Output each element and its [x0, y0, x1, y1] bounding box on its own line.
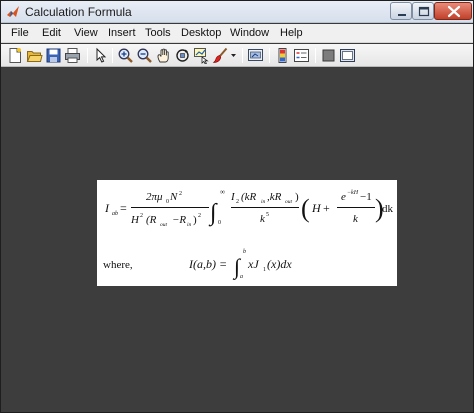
integral-upper: ∞ [220, 188, 225, 196]
menu-edit[interactable]: Edit [42, 27, 61, 39]
menu-window[interactable]: Window [230, 27, 269, 39]
zoom-in-icon[interactable] [117, 47, 134, 64]
where-label: where, [103, 259, 133, 271]
def-integral-upper: b [243, 249, 246, 255]
def-body-sub: 1 [263, 267, 266, 273]
def-body: xJ [247, 257, 259, 271]
paren-plus: + [323, 201, 330, 215]
zoom-out-icon[interactable] [136, 47, 153, 64]
menu-insert[interactable]: Insert [108, 27, 136, 39]
figure-window: Calculation Formula File Edit View Inser… [0, 0, 474, 413]
coef-numerator: 2πμ [146, 191, 163, 203]
frac2-numerator-close: ) [295, 191, 299, 203]
pan-icon[interactable] [155, 47, 172, 64]
formula-image: I ab = 2πμ 0 N 2 H 2 (R out −R in ) 2 ∫ … [97, 180, 397, 286]
close-icon [447, 5, 461, 18]
coef-numerator-n: N [169, 191, 178, 203]
def-tail: (x)dx [267, 257, 292, 271]
coef-numerator-sub: 0 [166, 199, 169, 205]
integral-sign: ∫ [208, 200, 218, 227]
paren-open: ( [301, 194, 310, 223]
formula-lhs: I [104, 201, 110, 215]
frac3-numerator-minus: −1 [360, 191, 372, 203]
frac3-denominator: k [353, 213, 359, 225]
integral-lower: 0 [218, 220, 221, 226]
save-icon[interactable] [45, 47, 62, 64]
coef-denominator-h-pow: 2 [140, 213, 143, 219]
link-plot-icon[interactable] [247, 47, 264, 64]
frac3-numerator-e: e [341, 191, 346, 203]
coef-denominator-sub2: in [187, 222, 192, 228]
new-figure-icon[interactable] [7, 47, 24, 64]
minimize-button[interactable] [390, 2, 412, 20]
data-cursor-icon[interactable] [193, 47, 210, 64]
coef-denominator-r: (R [146, 214, 157, 226]
insert-legend-icon[interactable] [293, 47, 310, 64]
def-integral-lower: a [240, 274, 243, 280]
toolbar-separator [87, 48, 88, 63]
paren-h: H [311, 201, 322, 215]
figure-toolbar [1, 44, 473, 67]
formula-dk: dk [382, 203, 394, 215]
maximize-button[interactable] [412, 2, 434, 20]
coef-denominator-pow: 2 [198, 213, 201, 219]
insert-colorbar-icon[interactable] [274, 47, 291, 64]
coef-numerator-pow: 2 [179, 191, 182, 197]
minimize-icon [398, 14, 406, 16]
rotate-3d-icon[interactable] [174, 47, 191, 64]
toolbar-separator [242, 48, 243, 63]
title-bar[interactable]: Calculation Formula [1, 1, 473, 23]
coef-denominator-close: ) [193, 214, 197, 226]
frac2-numerator-sub2: out [285, 199, 293, 205]
show-plot-tools-icon[interactable] [339, 47, 356, 64]
close-button[interactable] [434, 2, 472, 20]
coef-denominator-h: H [130, 214, 140, 226]
toolbar-separator [112, 48, 113, 63]
toolbar-separator [315, 48, 316, 63]
menu-tools[interactable]: Tools [145, 27, 171, 39]
menu-file[interactable]: File [11, 27, 29, 39]
edit-plot-arrow-icon[interactable] [92, 47, 109, 64]
menu-desktop[interactable]: Desktop [181, 27, 221, 39]
formula-render: I ab = 2πμ 0 N 2 H 2 (R out −R in ) 2 ∫ … [103, 188, 394, 280]
matlab-logo-icon [7, 6, 19, 17]
open-file-icon[interactable] [26, 47, 43, 64]
frac2-numerator-args: (kR [241, 191, 257, 203]
toolbar-separator [269, 48, 270, 63]
frac2-numerator-sub: 2 [236, 199, 239, 205]
hide-plot-tools-icon[interactable] [320, 47, 337, 64]
maximize-icon [418, 6, 430, 17]
formula-equals: = [120, 201, 127, 215]
print-icon[interactable] [64, 47, 81, 64]
menu-view[interactable]: View [74, 27, 98, 39]
def-lhs: I(a,b) = [188, 257, 227, 271]
coef-denominator-sub1: out [160, 222, 168, 228]
frac2-numerator-sub1: in [261, 199, 266, 205]
frac2-numerator-comma: ,kR [267, 191, 282, 203]
brush-icon[interactable] [212, 47, 229, 64]
window-title: Calculation Formula [25, 5, 132, 19]
menu-bar: File Edit View Insert Tools Desktop Wind… [1, 24, 473, 43]
coef-denominator-minus: −R [172, 214, 186, 226]
frac2-denominator-pow: 5 [266, 212, 269, 218]
brush-dropdown-icon[interactable] [229, 47, 238, 64]
frac3-numerator-pow: −kH [347, 190, 359, 196]
figure-canvas[interactable]: I ab = 2πμ 0 N 2 H 2 (R out −R in ) 2 ∫ … [1, 68, 473, 412]
menu-help[interactable]: Help [280, 27, 303, 39]
formula-lhs-sub: ab [112, 211, 118, 217]
